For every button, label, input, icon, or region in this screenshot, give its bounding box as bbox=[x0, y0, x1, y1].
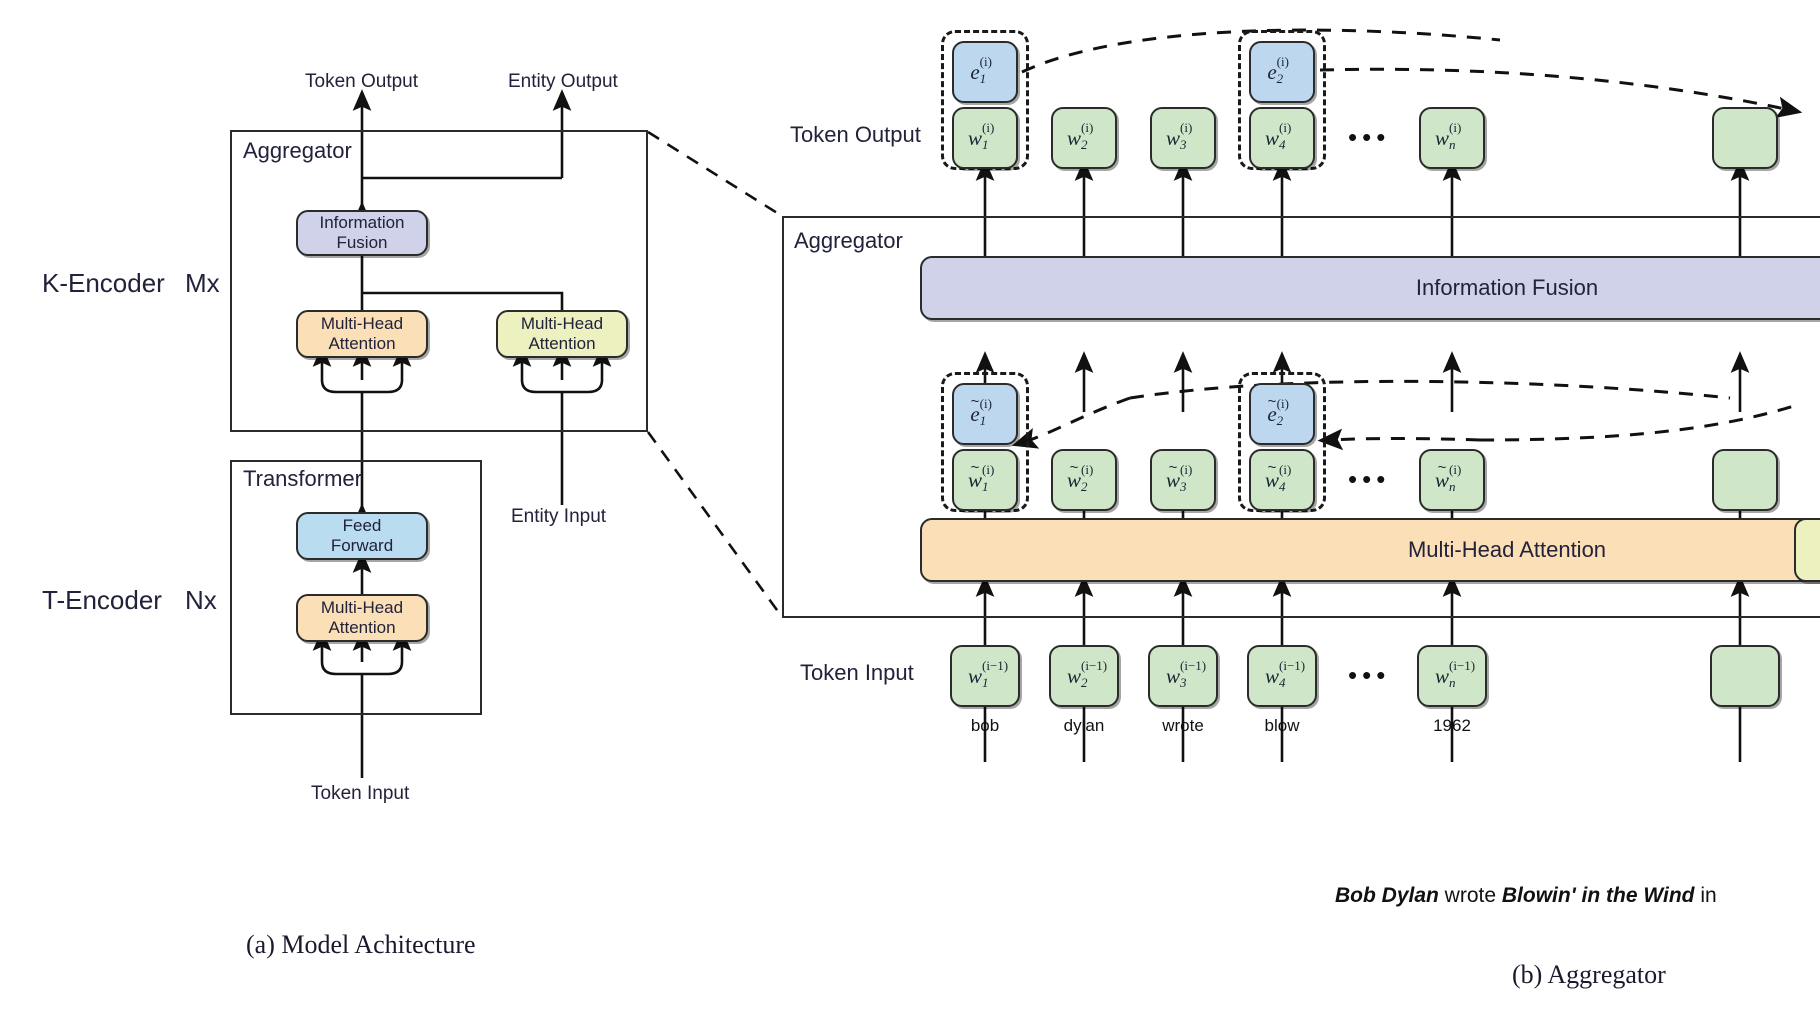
token-input-symbol-w3: w 3 (i−1) bbox=[1165, 657, 1207, 691]
token-input-symbol-w1: w 1 (i−1) bbox=[967, 657, 1009, 691]
token-mid-box-w2[interactable]: ~ w 2 (i) bbox=[1051, 449, 1117, 511]
token-output-symbol-w1: w 1 (i) bbox=[967, 119, 995, 153]
mha-entity-label-a: Multi-Head Attention bbox=[520, 314, 604, 353]
entity-output-symbol-e2: e 2 (i) bbox=[1267, 53, 1289, 87]
token-input-word-4: blow bbox=[1264, 716, 1300, 735]
token-input-box-wn[interactable]: w n (i−1) bbox=[1417, 645, 1487, 707]
example-sentence: Bob Dylan wrote Blowin' in the Wind in bbox=[1335, 884, 1717, 908]
token-input-word-2: dylan bbox=[1063, 716, 1105, 735]
mha-block-b[interactable]: Multi-Head Attention bbox=[920, 518, 1820, 582]
caption-b: (b) Aggregator bbox=[1512, 960, 1666, 989]
token-output-box-w2[interactable]: w 2 (i) bbox=[1051, 107, 1117, 169]
entity-output-symbol-e1: e 1 (i) bbox=[970, 53, 992, 87]
token-mid-box-w4[interactable]: ~ w 4 (i) bbox=[1249, 449, 1315, 511]
token-input-box-extra[interactable] bbox=[1710, 645, 1780, 707]
information-fusion-block-b[interactable]: Information Fusion bbox=[920, 256, 1820, 320]
token-input-label-a: Token Input bbox=[311, 783, 410, 804]
caption-a: (a) Model Achitecture bbox=[246, 930, 476, 959]
token-input-word-n: 1962 bbox=[1433, 716, 1471, 735]
token-mid-symbol-w3: ~ w 3 (i) bbox=[1165, 458, 1193, 495]
token-output-ellipsis: ••• bbox=[1348, 122, 1391, 152]
token-input-symbol-w4: w 4 (i−1) bbox=[1264, 657, 1306, 691]
information-fusion-label-a: Information Fusion bbox=[319, 213, 405, 252]
feed-forward-block[interactable]: Feed Forward bbox=[296, 512, 428, 560]
token-mid-box-w3[interactable]: ~ w 3 (i) bbox=[1150, 449, 1216, 511]
entity-bob-dylan: Bob Dylan bbox=[1335, 884, 1439, 907]
token-mid-box-extra[interactable] bbox=[1712, 449, 1778, 511]
mha-token-label-a: Multi-Head Attention bbox=[320, 314, 404, 353]
mha-transformer-label: Multi-Head Attention bbox=[320, 598, 404, 637]
aggregator-frame-a bbox=[230, 130, 648, 432]
t-encoder-reps: Nx bbox=[185, 585, 217, 615]
token-output-symbol-wn: w n (i) bbox=[1434, 119, 1462, 153]
information-fusion-block-a[interactable]: Information Fusion bbox=[296, 210, 428, 256]
token-mid-box-w1[interactable]: ~ w 1 (i) bbox=[952, 449, 1018, 511]
token-input-symbol-wn: w n (i−1) bbox=[1434, 657, 1476, 691]
transformer-label: Transformer bbox=[243, 466, 362, 491]
entity-blowin-in-the-wind: Blowin' in the Wind bbox=[1501, 884, 1695, 907]
entity-input-label-a: Entity Input bbox=[511, 506, 607, 527]
token-input-label-b: Token Input bbox=[800, 660, 914, 685]
mha-transformer-block[interactable]: Multi-Head Attention bbox=[296, 594, 428, 642]
token-output-box-w3[interactable]: w 3 (i) bbox=[1150, 107, 1216, 169]
mha-entity-block-b[interactable] bbox=[1794, 518, 1820, 582]
token-output-box-w4[interactable]: w 4 (i) bbox=[1249, 107, 1315, 169]
sentence-part-2: wrote bbox=[1438, 884, 1502, 907]
token-mid-box-wn[interactable]: ~ w n (i) bbox=[1419, 449, 1485, 511]
token-input-box-w1[interactable]: w 1 (i−1) bbox=[950, 645, 1020, 707]
token-mid-symbol-w1: ~ w 1 (i) bbox=[967, 458, 995, 495]
token-input-symbol-w2: w 2 (i−1) bbox=[1066, 657, 1108, 691]
token-mid-symbol-w4: ~ w 4 (i) bbox=[1264, 458, 1292, 495]
token-output-box-wn[interactable]: w n (i) bbox=[1419, 107, 1485, 169]
token-output-box-extra[interactable] bbox=[1712, 107, 1778, 169]
entity-output-box-e1[interactable]: e 1 (i) bbox=[952, 41, 1018, 103]
token-output-box-w1[interactable]: w 1 (i) bbox=[952, 107, 1018, 169]
aggregator-label-b: Aggregator bbox=[794, 228, 903, 253]
mha-label-b: Multi-Head Attention bbox=[1407, 537, 1607, 563]
entity-mid-box-e2[interactable]: ~ e 2 (i) bbox=[1249, 383, 1315, 445]
token-mid-symbol-w2: ~ w 2 (i) bbox=[1066, 458, 1094, 495]
k-encoder-label: K-Encoder bbox=[42, 268, 165, 298]
entity-mid-box-e1[interactable]: ~ e 1 (i) bbox=[952, 383, 1018, 445]
token-input-ellipsis: ••• bbox=[1348, 660, 1391, 690]
aggregator-label-a: Aggregator bbox=[243, 138, 352, 163]
token-input-box-w2[interactable]: w 2 (i−1) bbox=[1049, 645, 1119, 707]
entity-output-label-a: Entity Output bbox=[508, 71, 618, 92]
entity-mid-symbol-e2: ~ e 2 (i) bbox=[1267, 392, 1289, 429]
token-output-symbol-w4: w 4 (i) bbox=[1264, 119, 1292, 153]
entity-output-box-e2[interactable]: e 2 (i) bbox=[1249, 41, 1315, 103]
token-output-symbol-w3: w 3 (i) bbox=[1165, 119, 1193, 153]
feed-forward-label: Feed Forward bbox=[330, 516, 394, 555]
k-encoder-reps: Mx bbox=[185, 268, 220, 298]
transformer-frame bbox=[230, 460, 482, 715]
token-input-word-1: bob bbox=[970, 716, 1000, 735]
token-output-label-b: Token Output bbox=[790, 122, 921, 147]
token-mid-ellipsis: ••• bbox=[1348, 464, 1391, 494]
entity-mid-symbol-e1: ~ e 1 (i) bbox=[970, 392, 992, 429]
token-mid-symbol-wn: ~ w n (i) bbox=[1434, 458, 1462, 495]
token-input-box-w3[interactable]: w 3 (i−1) bbox=[1148, 645, 1218, 707]
token-output-label-a: Token Output bbox=[305, 71, 419, 92]
token-output-symbol-w2: w 2 (i) bbox=[1066, 119, 1094, 153]
mha-token-block-a[interactable]: Multi-Head Attention bbox=[296, 310, 428, 358]
t-encoder-label: T-Encoder bbox=[42, 585, 162, 615]
token-input-word-3: wrote bbox=[1162, 716, 1204, 735]
sentence-part-4: in bbox=[1694, 884, 1717, 907]
information-fusion-label-b: Information Fusion bbox=[1415, 275, 1599, 301]
token-input-box-w4[interactable]: w 4 (i−1) bbox=[1247, 645, 1317, 707]
mha-entity-block-a[interactable]: Multi-Head Attention bbox=[496, 310, 628, 358]
